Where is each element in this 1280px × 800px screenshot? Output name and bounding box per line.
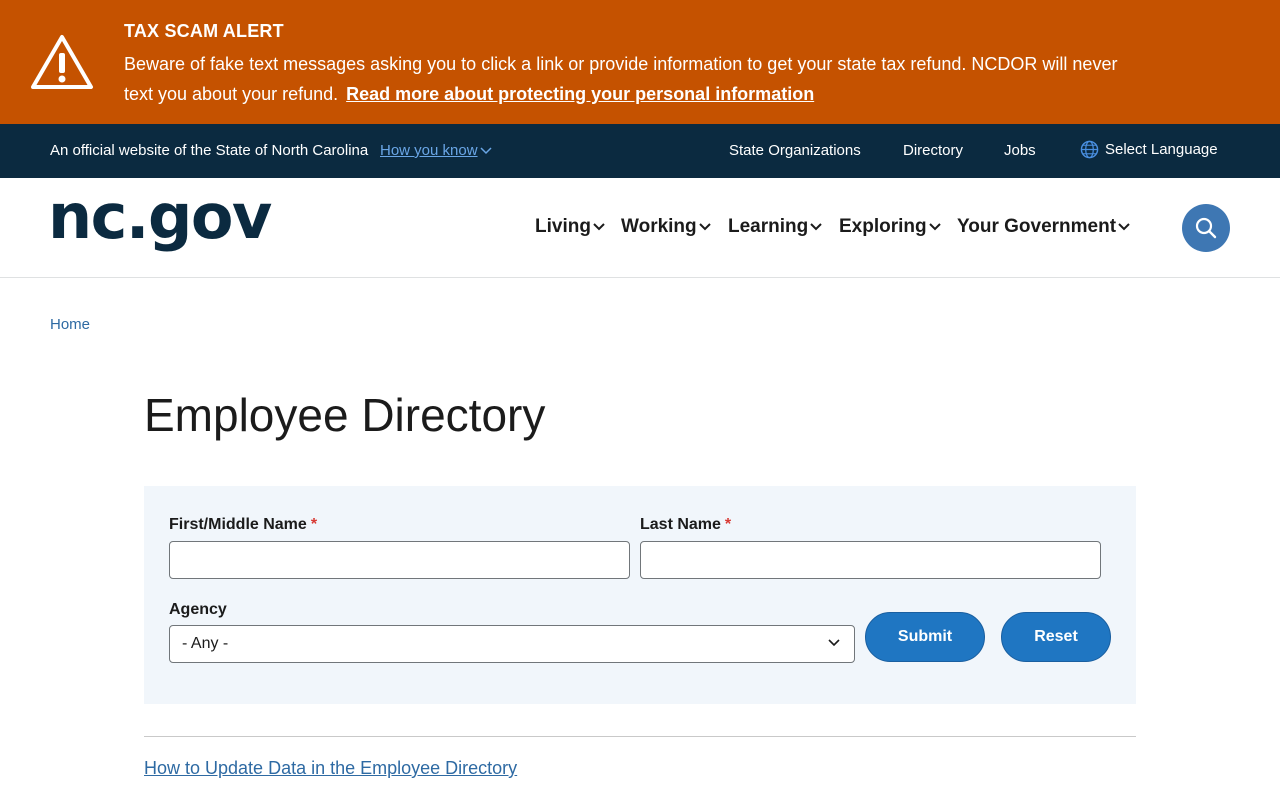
breadcrumb: Home: [50, 316, 90, 333]
last-name-label: Last Name *: [640, 516, 731, 534]
agency-select[interactable]: - Any -: [169, 625, 855, 663]
nav-living-label: Living: [535, 216, 591, 237]
update-data-link[interactable]: How to Update Data in the Employee Direc…: [144, 758, 517, 779]
chevron-down-icon: [698, 223, 711, 231]
divider: [144, 736, 1136, 737]
agency-label: Agency: [169, 601, 227, 618]
select-language-label: Select Language: [1105, 141, 1218, 158]
nav-your-government-label: Your Government: [957, 216, 1117, 237]
state-organizations-link[interactable]: State Organizations: [729, 142, 861, 159]
official-website-text: An official website of the State of Nort…: [50, 142, 369, 159]
chevron-down-icon: [828, 639, 840, 647]
select-language-button[interactable]: Select Language: [1080, 140, 1218, 159]
alert-title: TAX SCAM ALERT: [124, 21, 284, 41]
nav-your-government[interactable]: Your Government: [957, 216, 1130, 238]
chevron-down-icon: [1118, 223, 1130, 231]
chevron-down-icon: [593, 223, 605, 231]
required-mark: *: [310, 516, 318, 533]
alert-read-more-link[interactable]: Read more about protecting your personal…: [346, 84, 814, 104]
agency-selected-value: - Any -: [182, 635, 229, 652]
nav-working[interactable]: Working: [621, 216, 711, 238]
how-you-know-label: How you know: [380, 142, 478, 159]
nav-exploring[interactable]: Exploring: [839, 216, 941, 238]
chevron-down-icon: [810, 223, 822, 231]
nav-learning[interactable]: Learning: [728, 216, 822, 238]
nav-living[interactable]: Living: [535, 216, 605, 238]
employee-search-form: First/Middle Name * Last Name * Agency - A…: [144, 486, 1136, 704]
how-you-know-toggle[interactable]: How you know: [380, 142, 492, 159]
search-icon: [1195, 217, 1217, 239]
last-name-field[interactable]: [640, 541, 1101, 579]
first-name-label: First/Middle Name *: [169, 516, 317, 534]
reset-button[interactable]: Reset: [1001, 612, 1111, 662]
required-mark: *: [724, 516, 732, 533]
first-name-label-text: First/Middle Name: [169, 516, 307, 533]
site-header: nc.gov Living Working Learning Exploring…: [0, 178, 1280, 278]
page-title: Employee Directory: [144, 389, 546, 441]
breadcrumb-home-link[interactable]: Home: [50, 316, 90, 333]
nav-exploring-label: Exploring: [839, 216, 927, 237]
warning-icon: [31, 35, 93, 89]
directory-link[interactable]: Directory: [903, 142, 963, 159]
jobs-link[interactable]: Jobs: [1004, 142, 1036, 159]
nav-working-label: Working: [621, 216, 697, 237]
nc-gov-logo[interactable]: nc.gov: [48, 180, 272, 253]
search-button[interactable]: [1182, 204, 1230, 252]
chevron-down-icon: [480, 147, 492, 155]
submit-button[interactable]: Submit: [865, 612, 985, 662]
tax-scam-alert-banner: TAX SCAM ALERT Beware of fake text messa…: [0, 0, 1280, 124]
last-name-label-text: Last Name: [640, 516, 721, 533]
nav-learning-label: Learning: [728, 216, 809, 237]
first-name-field[interactable]: [169, 541, 630, 579]
chevron-down-icon: [928, 223, 941, 231]
official-website-bar: An official website of the State of Nort…: [0, 124, 1280, 178]
globe-icon: [1080, 140, 1099, 159]
alert-body: Beware of fake text messages asking you …: [124, 49, 1134, 109]
